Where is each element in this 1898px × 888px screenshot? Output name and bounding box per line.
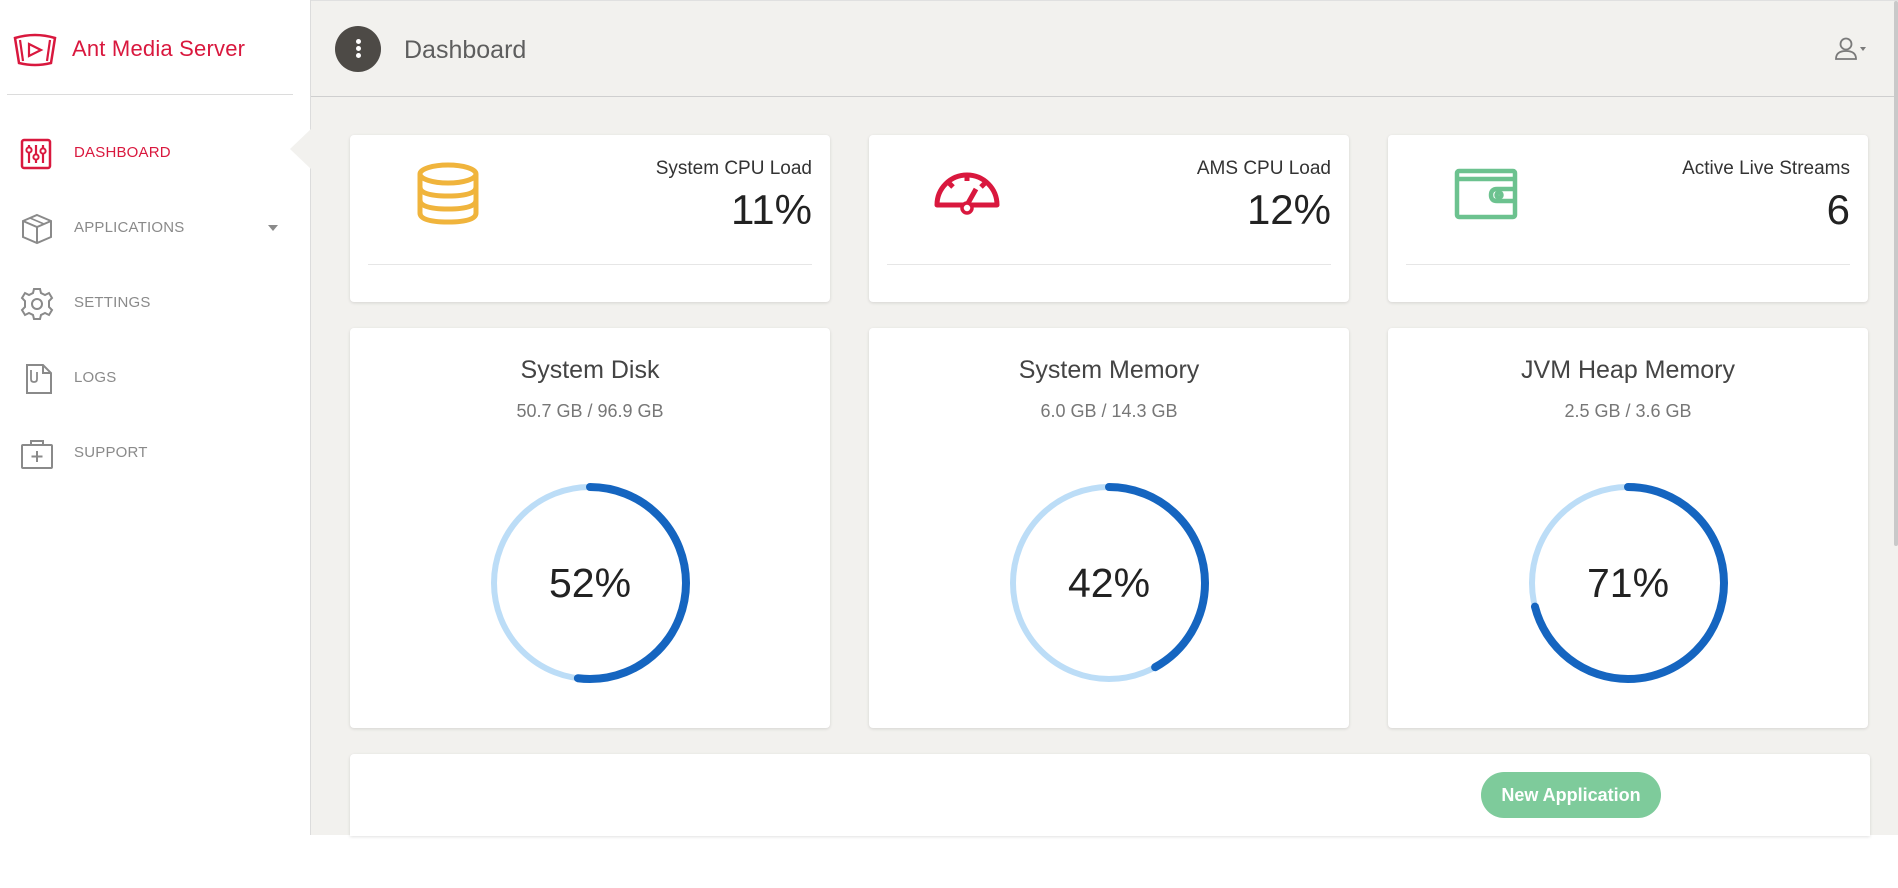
database-icon — [417, 162, 479, 225]
divider — [368, 264, 812, 265]
brand[interactable]: Ant Media Server — [0, 0, 311, 95]
applications-card: New Application — [350, 754, 1870, 836]
sidebar-item-label: LOGS — [74, 369, 117, 386]
sliders-icon — [20, 138, 52, 170]
gauge-subtitle: 2.5 GB / 3.6 GB — [1564, 401, 1692, 421]
gauge-percent: 52% — [548, 560, 632, 606]
sidebar-item-logs[interactable]: LOGS — [0, 347, 310, 407]
sidebar-item-settings[interactable]: SETTINGS — [0, 272, 310, 332]
speedometer-icon — [934, 172, 1000, 215]
gauge-title: System Memory — [1018, 356, 1200, 384]
divider — [1406, 264, 1850, 265]
gauge-title: System Disk — [520, 356, 660, 384]
box-icon — [22, 213, 52, 245]
document-icon — [26, 364, 52, 394]
gauge-percent: 71% — [1586, 560, 1670, 606]
dot — [356, 53, 361, 58]
gauge-card-jvm-heap: JVM Heap Memory 2.5 GB / 3.6 GB 71% — [1388, 328, 1868, 728]
sidebar-item-support[interactable]: SUPPORT — [0, 422, 310, 482]
stat-title: Active Live Streams — [1682, 158, 1850, 179]
sidebar-item-dashboard[interactable]: DASHBOARD — [0, 122, 310, 182]
ant-media-logo-icon — [13, 33, 57, 67]
active-indicator — [290, 129, 311, 169]
gauge-title: JVM Heap Memory — [1521, 356, 1735, 384]
gauge-card-system-memory: System Memory 6.0 GB / 14.3 GB 42% — [869, 328, 1349, 728]
stat-title: AMS CPU Load — [1196, 158, 1331, 179]
stat-value: 6 — [1826, 186, 1850, 233]
sidebar-item-label: DASHBOARD — [74, 144, 171, 161]
page-title: Dashboard — [404, 36, 527, 64]
sidebar-item-label: SUPPORT — [74, 444, 148, 461]
chevron-down-icon — [268, 225, 278, 231]
first-aid-icon — [21, 440, 53, 469]
sidebar-item-applications[interactable]: APPLICATIONS — [0, 197, 310, 257]
sidebar-item-label: SETTINGS — [74, 294, 151, 311]
dot — [356, 46, 361, 51]
gauge-card-system-disk: System Disk 50.7 GB / 96.9 GB 52% — [350, 328, 830, 728]
gauge-subtitle: 50.7 GB / 96.9 GB — [516, 401, 664, 421]
divider — [7, 94, 293, 95]
divider — [887, 264, 1331, 265]
top-bar: Dashboard — [311, 1, 1898, 97]
gear-icon — [20, 288, 54, 320]
more-menu-button[interactable] — [335, 26, 381, 72]
gauge-subtitle: 6.0 GB / 14.3 GB — [1040, 401, 1178, 421]
main-content: Dashboard System CPU Load 11% AMS CPU Lo… — [311, 0, 1898, 836]
stat-card-ams-cpu: AMS CPU Load 12% — [869, 135, 1349, 302]
user-icon[interactable] — [1833, 35, 1869, 63]
gauge-percent: 42% — [1067, 560, 1151, 606]
new-application-button[interactable]: New Application — [1481, 772, 1661, 818]
stat-card-active-streams: Active Live Streams 6 — [1388, 135, 1868, 302]
sidebar: Ant Media Server DASHBOARD APPLICATIONS — [0, 0, 311, 835]
brand-name: Ant Media Server — [72, 36, 246, 61]
stat-title: System CPU Load — [655, 158, 812, 179]
stat-card-system-cpu: System CPU Load 11% — [350, 135, 830, 302]
sidebar-item-label: APPLICATIONS — [74, 219, 185, 236]
stat-value: 12% — [1246, 186, 1331, 233]
dot — [356, 39, 361, 44]
wallet-icon — [1454, 168, 1518, 220]
scrollbar[interactable] — [1894, 1, 1898, 546]
stat-value: 11% — [731, 186, 812, 233]
